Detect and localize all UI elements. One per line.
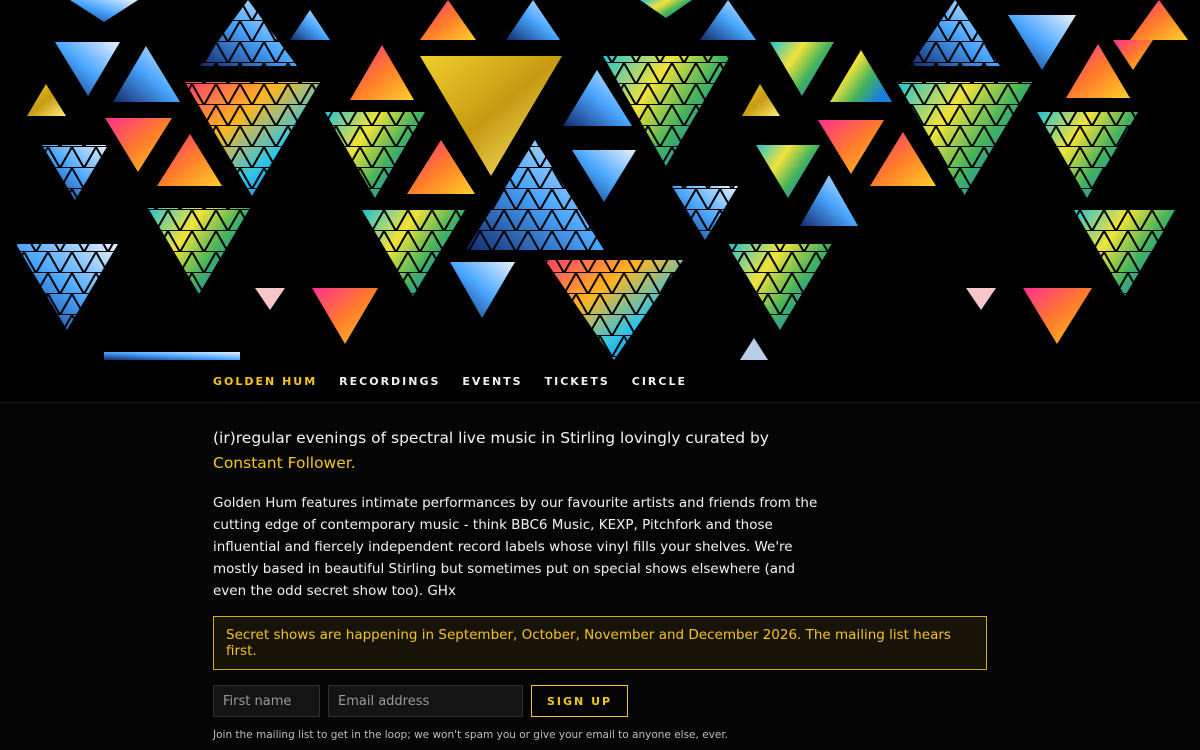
mailing-list-note: Join the mailing list to get in the loop…: [213, 729, 729, 741]
nav-item-recordings[interactable]: RECORDINGS: [339, 375, 440, 388]
nav-item-events[interactable]: EVENTS: [462, 375, 522, 388]
intro-text-body: (ir)regular evenings of spectral live mu…: [213, 429, 769, 447]
sign-up-button[interactable]: SIGN UP: [531, 685, 629, 717]
constant-follower-link[interactable]: Constant Follower.: [213, 454, 356, 472]
secret-shows-notice: Secret shows are happening in September,…: [213, 616, 987, 670]
first-name-input[interactable]: [213, 685, 320, 717]
description-text: Golden Hum features intimate performance…: [213, 495, 818, 599]
main-nav: GOLDEN HUM RECORDINGS EVENTS TICKETS CIR…: [0, 360, 1200, 403]
email-input[interactable]: [328, 685, 523, 717]
triangle-mosaic-artwork: [16, 0, 1188, 360]
intro-text: (ir)regular evenings of spectral live mu…: [213, 426, 813, 476]
nav-item-tickets[interactable]: TICKETS: [545, 375, 610, 388]
nav-item-golden-hum[interactable]: GOLDEN HUM: [213, 375, 317, 388]
main-content: (ir)regular evenings of spectral live mu…: [213, 420, 993, 741]
mailing-list-form: SIGN UP: [213, 685, 993, 717]
nav-item-circle[interactable]: CIRCLE: [632, 375, 687, 388]
hero-banner: [0, 0, 1200, 360]
